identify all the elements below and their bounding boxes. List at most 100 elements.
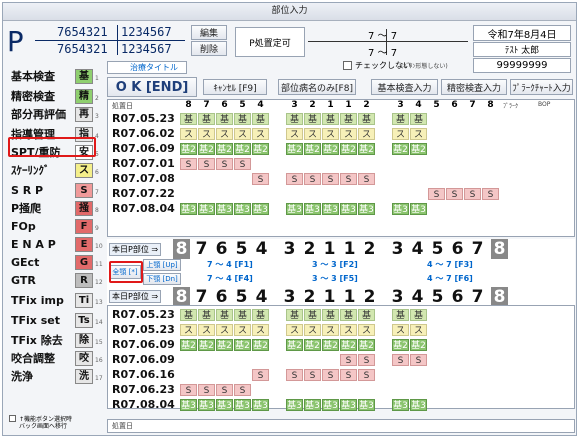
left-menu-badge[interactable]: ス bbox=[75, 163, 93, 178]
history-cell[interactable]: 基 bbox=[252, 113, 269, 125]
today-tooth[interactable]: 1 bbox=[321, 287, 338, 307]
left-menu-item[interactable]: FOp F 9 bbox=[9, 219, 101, 235]
today-tooth[interactable]: 8 bbox=[491, 287, 508, 307]
history-cell[interactable]: S bbox=[392, 354, 409, 366]
history-row[interactable]: R07.07.22 S S S S bbox=[108, 187, 576, 201]
history-cell[interactable]: 基 bbox=[234, 113, 251, 125]
history-cell[interactable]: 基2 bbox=[198, 339, 215, 351]
left-menu-item[interactable]: TFix imp Ti 13 bbox=[9, 293, 103, 309]
history-row[interactable]: R07.05.23 基基基基基基基基基基基基 bbox=[108, 308, 576, 322]
history-cell[interactable]: 基3 bbox=[216, 399, 233, 411]
today-tooth[interactable]: 7 bbox=[469, 287, 486, 307]
left-menu-item[interactable]: TFix set Ts 14 bbox=[9, 313, 103, 329]
today-tooth[interactable]: 2 bbox=[361, 287, 378, 307]
today-tooth[interactable]: 4 bbox=[409, 287, 426, 307]
history-cell[interactable]: 基2 bbox=[180, 339, 197, 351]
left-menu-badge[interactable]: 除 bbox=[75, 333, 93, 348]
history-cell[interactable]: ス bbox=[252, 324, 269, 336]
history-cell[interactable]: 基3 bbox=[234, 203, 251, 215]
history-cell[interactable]: S bbox=[358, 173, 375, 185]
history-cell[interactable]: 基2 bbox=[358, 143, 375, 155]
history-row[interactable]: R07.08.04 基3 基3 基3 基3 基3 基3 基3 基3 基3 基3 基3 基3 bbox=[108, 398, 576, 412]
history-cell[interactable]: ス bbox=[358, 128, 375, 140]
history-cell[interactable]: 基2 bbox=[286, 339, 303, 351]
history-cell[interactable]: ス bbox=[234, 128, 251, 140]
today-tooth[interactable]: 8 bbox=[173, 239, 190, 259]
today-tooth[interactable]: 5 bbox=[429, 287, 446, 307]
today-tooth[interactable]: 2 bbox=[301, 239, 318, 259]
history-cell[interactable]: ス bbox=[340, 128, 357, 140]
history-cell[interactable]: 基2 bbox=[322, 143, 339, 155]
history-cell[interactable]: 基3 bbox=[198, 203, 215, 215]
history-cell[interactable]: 基 bbox=[392, 113, 409, 125]
left-menu-item[interactable]: 咬合調整 咬 16 bbox=[9, 351, 103, 367]
history-cell[interactable]: 基 bbox=[358, 113, 375, 125]
history-cell[interactable]: 基 bbox=[358, 309, 375, 321]
left-menu-item[interactable]: S R P S7 bbox=[9, 183, 101, 199]
history-cell[interactable]: ス bbox=[216, 128, 233, 140]
left-menu-item[interactable]: TFix 除去除 15 bbox=[9, 333, 103, 349]
history-cell[interactable]: S bbox=[322, 369, 339, 381]
history-cell[interactable]: 基2 bbox=[216, 143, 233, 155]
history-cell[interactable]: S bbox=[340, 369, 357, 381]
history-cell[interactable]: S bbox=[198, 384, 215, 396]
history-cell[interactable]: ス bbox=[286, 128, 303, 140]
history-cell[interactable]: S bbox=[304, 173, 321, 185]
left-menu-badge[interactable]: 精 bbox=[75, 89, 93, 104]
today-tooth[interactable]: 3 bbox=[281, 239, 298, 259]
history-cell[interactable]: ス bbox=[252, 128, 269, 140]
range-l2[interactable]: 3 ～ 3 [F5] bbox=[312, 273, 358, 284]
left-menu-item[interactable]: P掻爬 掻 8 bbox=[9, 201, 101, 217]
history-cell[interactable]: 基 bbox=[180, 309, 197, 321]
edit-button[interactable]: 編集 bbox=[191, 25, 227, 40]
history-cell[interactable]: S bbox=[340, 173, 357, 185]
history-cell[interactable]: 基 bbox=[180, 113, 197, 125]
ok-button[interactable]: O K [END] bbox=[107, 77, 197, 97]
history-cell[interactable]: ス bbox=[322, 324, 339, 336]
history-cell[interactable]: 基 bbox=[216, 309, 233, 321]
history-cell[interactable]: 基3 bbox=[180, 399, 197, 411]
today-tooth[interactable]: 3 bbox=[281, 287, 298, 307]
history-cell[interactable]: 基3 bbox=[304, 203, 321, 215]
today-tooth[interactable]: 5 bbox=[429, 239, 446, 259]
today-tooth[interactable]: 3 bbox=[389, 239, 406, 259]
today-tooth[interactable]: 7 bbox=[193, 287, 210, 307]
history-cell[interactable]: S bbox=[234, 384, 251, 396]
today-tooth[interactable]: 8 bbox=[491, 239, 508, 259]
history-cell[interactable]: 基2 bbox=[304, 339, 321, 351]
today-tooth[interactable]: 1 bbox=[341, 287, 358, 307]
history-cell[interactable]: 基3 bbox=[358, 203, 375, 215]
history-cell[interactable]: S bbox=[286, 173, 303, 185]
today-tooth[interactable]: 8 bbox=[173, 287, 190, 307]
left-menu-badge[interactable]: E bbox=[75, 237, 93, 252]
today-tooth[interactable]: 7 bbox=[469, 239, 486, 259]
history-cell[interactable]: 基 bbox=[340, 309, 357, 321]
history-cell[interactable]: 基 bbox=[304, 113, 321, 125]
history-cell[interactable]: 基3 bbox=[358, 399, 375, 411]
history-cell[interactable]: 基2 bbox=[340, 143, 357, 155]
left-menu-item[interactable]: GEct G 11 bbox=[9, 255, 103, 271]
history-cell[interactable]: ス bbox=[340, 324, 357, 336]
history-cell[interactable]: 基3 bbox=[286, 399, 303, 411]
history-cell[interactable]: 基2 bbox=[180, 143, 197, 155]
history-cell[interactable]: ス bbox=[180, 324, 197, 336]
history-cell[interactable]: 基2 bbox=[234, 143, 251, 155]
history-cell[interactable]: 基2 bbox=[304, 143, 321, 155]
tab-title[interactable]: 治療タイトル bbox=[107, 61, 187, 74]
left-menu-item[interactable]: 部分再評価再 3 bbox=[9, 107, 101, 123]
history-cell[interactable]: S bbox=[252, 369, 269, 381]
history-cell[interactable]: S bbox=[410, 354, 427, 366]
history-cell[interactable]: 基3 bbox=[304, 399, 321, 411]
today-tooth[interactable]: 7 bbox=[193, 239, 210, 259]
history-cell[interactable]: 基3 bbox=[340, 203, 357, 215]
history-cell[interactable]: S bbox=[286, 369, 303, 381]
history-cell[interactable]: ス bbox=[304, 128, 321, 140]
range-u2[interactable]: 3 ～ 3 [F2] bbox=[312, 259, 358, 270]
range-u1[interactable]: 7 ～ 4 [F1] bbox=[207, 259, 253, 270]
history-row[interactable]: R07.06.16 S S S S S S bbox=[108, 368, 576, 382]
today-tooth[interactable]: 5 bbox=[233, 287, 250, 307]
history-cell[interactable]: 基 bbox=[198, 113, 215, 125]
left-menu-badge[interactable]: Ts bbox=[75, 313, 93, 328]
history-cell[interactable]: 基3 bbox=[410, 399, 427, 411]
history-cell[interactable]: ス bbox=[180, 128, 197, 140]
